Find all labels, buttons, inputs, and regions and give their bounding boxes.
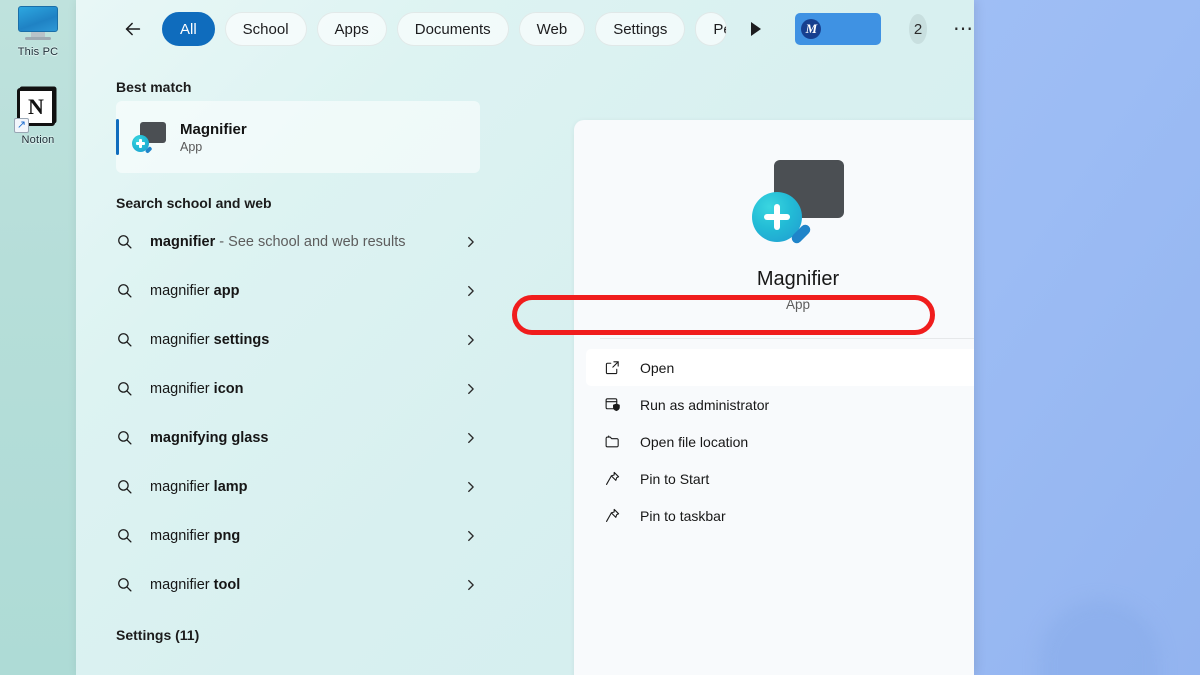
filter-chip-web[interactable]: Web xyxy=(519,12,586,46)
search-suggestion-label: magnifier settings xyxy=(150,332,465,348)
settings-results-heading: Settings (11) xyxy=(116,627,486,643)
action-open-file-location[interactable]: Open file location xyxy=(586,423,974,460)
search-suggestion-row[interactable]: magnifier lamp xyxy=(116,462,480,511)
chevron-right-icon xyxy=(465,284,480,298)
action-label: Open file location xyxy=(640,434,748,450)
filter-chip-list: All School Apps Documents Web Settings P… xyxy=(162,12,727,46)
desktop-icon-notion[interactable]: N ↗ Notion xyxy=(0,84,76,146)
search-icon xyxy=(116,282,150,299)
search-suggestion-row[interactable]: magnifier png xyxy=(116,511,480,560)
search-icon xyxy=(116,478,150,495)
filter-chip-settings[interactable]: Settings xyxy=(595,12,685,46)
action-run-as-administrator[interactable]: Run as administrator xyxy=(586,386,974,423)
search-icon xyxy=(116,233,150,250)
search-suggestion-label: magnifier lamp xyxy=(150,479,465,495)
chevron-right-icon xyxy=(465,431,480,445)
action-label: Run as administrator xyxy=(640,397,769,413)
pin-icon xyxy=(604,470,640,487)
filter-chips-bar: All School Apps Documents Web Settings P… xyxy=(76,0,974,58)
search-suggestion-row[interactable]: magnifying glass xyxy=(116,413,480,462)
chevron-right-icon xyxy=(465,578,480,592)
monitor-icon xyxy=(0,0,76,42)
action-label: Pin to taskbar xyxy=(640,508,726,524)
search-suggestion-row[interactable]: magnifier - See school and web results xyxy=(116,217,480,266)
chevron-right-icon xyxy=(465,235,480,249)
desktop-icon-strip: This PC N ↗ Notion xyxy=(0,0,76,675)
filter-chip-school[interactable]: School xyxy=(225,12,307,46)
app-action-list: Open Run as administrator Open file locati… xyxy=(574,349,974,534)
search-icon xyxy=(116,576,150,593)
action-open[interactable]: Open xyxy=(586,349,974,386)
action-label: Pin to Start xyxy=(640,471,709,487)
notion-icon: N ↗ xyxy=(0,84,76,130)
search-suggestion-label: magnifier app xyxy=(150,283,465,299)
search-suggestion-row[interactable]: magnifier settings xyxy=(116,315,480,364)
results-column: Best match Magnifier App xyxy=(76,58,498,675)
search-icon xyxy=(116,429,150,446)
action-pin-to-start[interactable]: Pin to Start xyxy=(586,460,974,497)
wallpaper-blob xyxy=(1040,600,1160,675)
search-suggestion-label: magnifier tool xyxy=(150,577,465,593)
best-match-subtitle: App xyxy=(180,140,247,154)
search-suggestion-row[interactable]: magnifier icon xyxy=(116,364,480,413)
action-label: Open xyxy=(640,360,674,376)
shortcut-arrow-icon: ↗ xyxy=(14,118,29,133)
back-arrow-icon[interactable] xyxy=(118,14,148,44)
filter-chip-documents[interactable]: Documents xyxy=(397,12,509,46)
web-results-heading: Search school and web xyxy=(116,195,486,211)
desktop-icon-label: Notion xyxy=(0,134,76,146)
play-arrow-icon[interactable] xyxy=(749,15,763,43)
search-icon xyxy=(116,380,150,397)
desktop-icon-label: This PC xyxy=(0,46,76,58)
ellipsis-icon[interactable]: ⋯ xyxy=(953,16,974,42)
search-results-body: Best match Magnifier App xyxy=(76,58,974,675)
chevron-right-icon xyxy=(465,333,480,347)
search-icon xyxy=(116,331,150,348)
app-preview-card: Magnifier App OpenRun as administratorOp… xyxy=(574,120,974,675)
action-pin-to-taskbar[interactable]: Pin to taskbar xyxy=(586,497,974,534)
m-logo-icon: M xyxy=(801,19,821,39)
folder-icon xyxy=(604,433,640,450)
open-external-icon xyxy=(604,359,640,376)
search-suggestion-row[interactable]: magnifier tool xyxy=(116,560,480,609)
search-suggestion-label: magnifier png xyxy=(150,528,465,544)
shield-window-icon xyxy=(604,396,640,413)
chevron-right-icon xyxy=(465,529,480,543)
search-input[interactable]: M xyxy=(795,13,881,45)
divider xyxy=(600,338,974,339)
filter-chip-all[interactable]: All xyxy=(162,12,215,46)
pin-icon xyxy=(604,507,640,524)
chevron-right-icon xyxy=(465,480,480,494)
preview-column: Magnifier App OpenRun as administratorOp… xyxy=(498,58,974,675)
filter-chip-apps[interactable]: Apps xyxy=(317,12,387,46)
filter-chip-people[interactable]: Pe xyxy=(695,12,727,46)
desktop-icon-this-pc[interactable]: This PC xyxy=(0,0,76,58)
search-suggestion-label: magnifier - See school and web results xyxy=(150,234,465,250)
selection-accent-bar xyxy=(116,119,119,155)
best-match-title: Magnifier xyxy=(180,121,247,138)
suggestion-list: magnifier - See school and web results ma… xyxy=(116,217,486,609)
desktop: This PC N ↗ Notion All School xyxy=(0,0,1200,675)
magnifier-app-icon xyxy=(132,122,166,152)
best-match-result-magnifier[interactable]: Magnifier App xyxy=(116,101,480,173)
magnifier-app-icon xyxy=(752,160,844,242)
app-preview-title: Magnifier xyxy=(757,268,839,291)
search-suggestion-row[interactable]: magnifier app xyxy=(116,266,480,315)
chevron-right-icon xyxy=(465,382,480,396)
search-suggestion-label: magnifier icon xyxy=(150,381,465,397)
app-preview-subtitle: App xyxy=(786,297,810,312)
search-flyout: All School Apps Documents Web Settings P… xyxy=(76,0,974,675)
result-count-badge[interactable]: 2 xyxy=(909,14,927,44)
app-preview-hero: Magnifier App xyxy=(574,120,974,312)
search-icon xyxy=(116,527,150,544)
search-suggestion-label: magnifying glass xyxy=(150,430,465,446)
best-match-heading: Best match xyxy=(116,79,486,95)
